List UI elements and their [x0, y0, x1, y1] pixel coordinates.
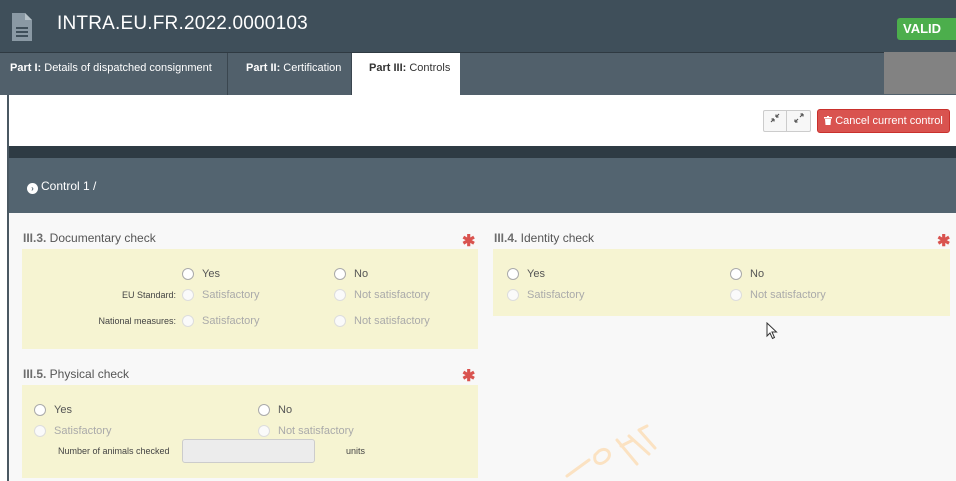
- tab-bar: Part I: Details of dispatched consignmen…: [0, 52, 956, 95]
- tab-part-3[interactable]: Part III: Controls: [352, 53, 460, 95]
- doc-eu-satisfactory-radio[interactable]: Satisfactory: [182, 289, 259, 301]
- watermark-graphic: [565, 424, 657, 478]
- certificate-title: INTRA.EU.FR.2022.0000103: [57, 13, 308, 34]
- doc-no-radio[interactable]: No: [334, 268, 368, 280]
- doc-eu-not-satisfactory-radio[interactable]: Not satisfactory: [334, 289, 430, 301]
- tab-part-1[interactable]: Part I: Details of dispatched consignmen…: [0, 53, 228, 95]
- physical-check-title: III.5. Physical check: [23, 367, 130, 381]
- identity-check-panel: [493, 249, 950, 316]
- control-header[interactable]: [9, 158, 956, 213]
- trash-icon: [824, 116, 833, 125]
- animals-checked-input[interactable]: [182, 439, 315, 463]
- tab-part-2[interactable]: Part II: Certification: [228, 53, 352, 95]
- expand-icon[interactable]: [787, 110, 811, 132]
- identity-no-radio[interactable]: No: [730, 268, 764, 280]
- control-title[interactable]: › Control 1 /: [27, 179, 96, 194]
- national-measures-label: National measures:: [98, 316, 176, 326]
- status-badge: VALID: [897, 18, 956, 40]
- chevron-right-icon: ›: [27, 183, 38, 194]
- required-icon: ✱: [937, 233, 951, 250]
- doc-national-not-satisfactory-radio[interactable]: Not satisfactory: [334, 315, 430, 327]
- identity-satisfactory-radio[interactable]: Satisfactory: [507, 289, 584, 301]
- document-icon: [11, 12, 33, 42]
- identity-yes-radio[interactable]: Yes: [507, 268, 545, 280]
- required-icon: ✱: [462, 233, 476, 250]
- required-icon: ✱: [462, 368, 476, 385]
- eu-standard-label: EU Standard:: [121, 290, 176, 300]
- section-divider: [9, 146, 956, 158]
- mouse-cursor-icon: [766, 322, 778, 340]
- animals-checked-label: Number of animals checked: [58, 446, 170, 456]
- control-toolbar: [9, 95, 956, 146]
- units-label: units: [346, 446, 366, 456]
- identity-check-title: III.4. Identity check: [494, 231, 595, 245]
- cancel-current-control-button[interactable]: Cancel current control: [817, 109, 950, 133]
- physical-not-satisfactory-radio[interactable]: Not satisfactory: [258, 425, 354, 437]
- compress-icon[interactable]: [763, 110, 787, 132]
- tab-bar-end: [884, 52, 956, 94]
- doc-yes-radio[interactable]: Yes: [182, 268, 220, 280]
- physical-satisfactory-radio[interactable]: Satisfactory: [34, 425, 111, 437]
- identity-not-satisfactory-radio[interactable]: Not satisfactory: [730, 289, 826, 301]
- documentary-check-title: III.3. Documentary check: [23, 231, 156, 245]
- doc-national-satisfactory-radio[interactable]: Satisfactory: [182, 315, 259, 327]
- physical-yes-radio[interactable]: Yes: [34, 404, 72, 416]
- physical-no-radio[interactable]: No: [258, 404, 292, 416]
